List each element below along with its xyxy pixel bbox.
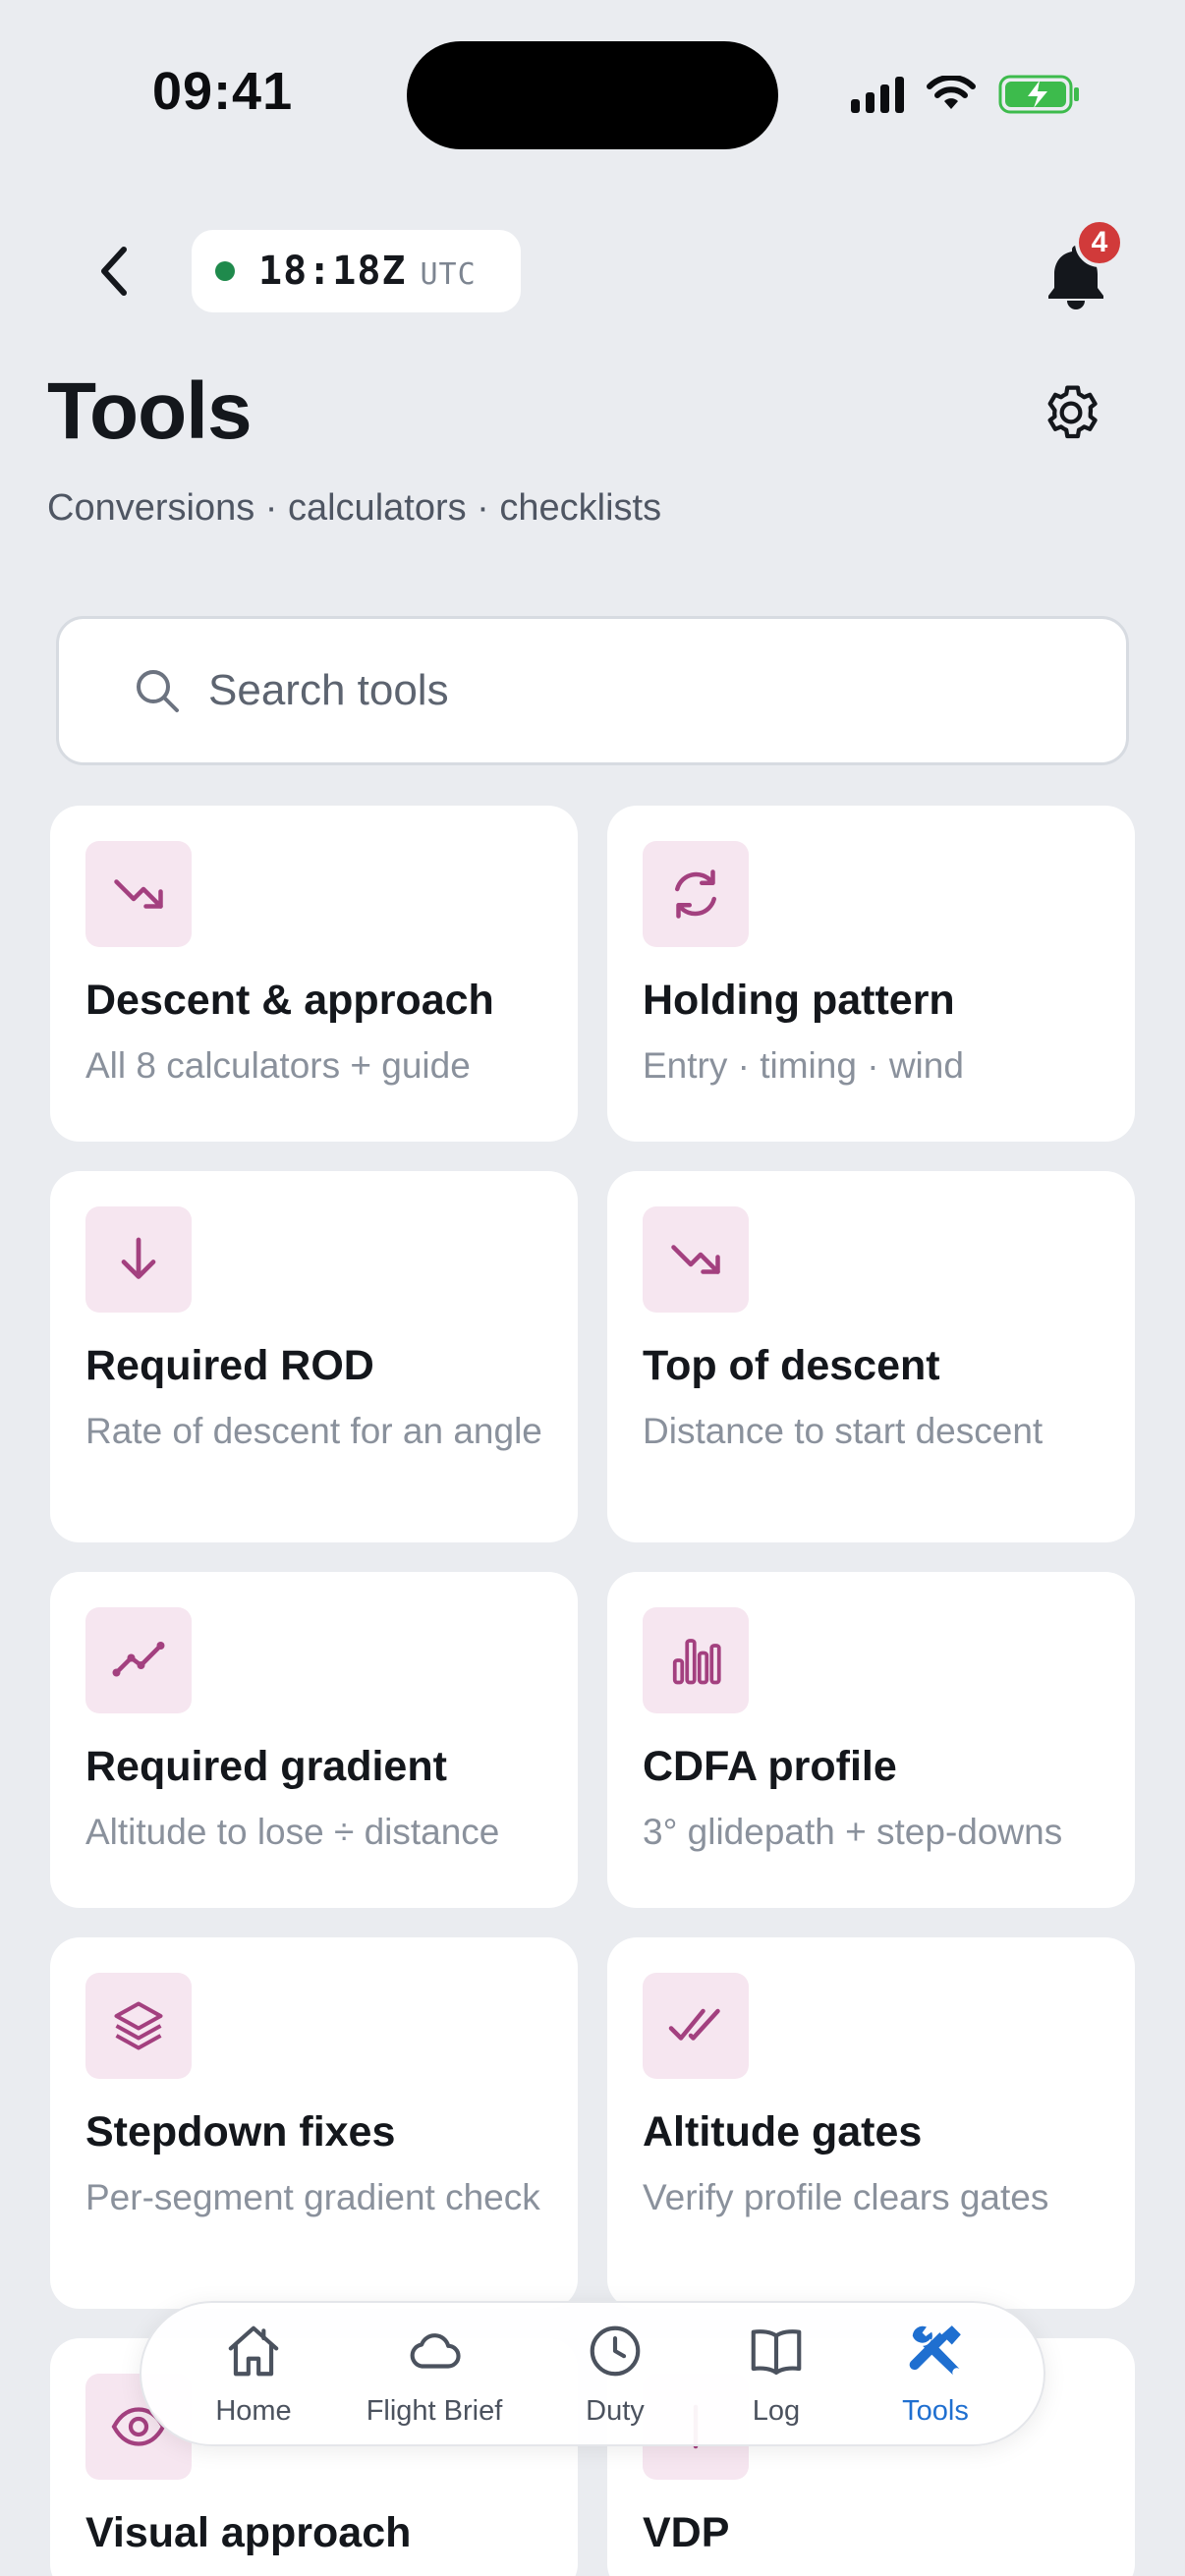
tools-screen: 09:41 18:18Z UTC 4 Tools Conversions · c… [0, 0, 1185, 2576]
tools-icon [909, 2325, 961, 2376]
book-icon [751, 2329, 802, 2376]
tool-title: CDFA profile [643, 1743, 897, 1790]
tool-title: Required gradient [85, 1743, 447, 1790]
tool-description: Rate of descent for an angle [85, 1411, 542, 1451]
tool-card-descent-approach[interactable]: Descent & approach All 8 calculators + g… [50, 806, 578, 1142]
notification-count-badge: 4 [1075, 218, 1124, 267]
tool-description: All 8 calculators + guide [85, 1045, 471, 1086]
tab-label: Duty [586, 2395, 645, 2427]
cellular-signal-icon [851, 76, 904, 113]
tab-label: Home [215, 2395, 292, 2427]
double-check-icon [668, 2008, 720, 2041]
tab-home[interactable]: Home [155, 2321, 352, 2428]
search-input[interactable] [208, 666, 1093, 715]
tool-icon-box [85, 1973, 192, 2079]
search-bar[interactable] [56, 616, 1129, 765]
bar-chart-icon [672, 1639, 721, 1685]
refresh-cycle-icon [675, 869, 716, 919]
tool-icon-box [643, 841, 749, 947]
clock-icon [590, 2325, 641, 2377]
tool-title: Visual approach [85, 2509, 412, 2556]
tab-label: Log [752, 2395, 801, 2427]
tool-card-top-of-descent[interactable]: Top of descent Distance to start descent [607, 1171, 1135, 1542]
tool-title: Required ROD [85, 1342, 374, 1389]
home-icon [228, 2325, 279, 2377]
trending-down-icon [114, 879, 163, 909]
search-icon [137, 670, 179, 712]
dynamic-island [407, 41, 778, 149]
trend-line-icon [112, 1642, 165, 1677]
tool-description: Altitude to lose ÷ distance [85, 1812, 500, 1852]
tool-card-altitude-gates[interactable]: Altitude gates Verify profile clears gat… [607, 1937, 1135, 2309]
layers-icon [114, 2001, 163, 2050]
tool-description: Entry · timing · wind [643, 1045, 964, 1086]
tool-title: Holding pattern [643, 977, 955, 1024]
tool-title: Descent & approach [85, 977, 494, 1024]
tab-tools[interactable]: Tools [837, 2321, 1034, 2428]
tool-title: Altitude gates [643, 2108, 923, 2156]
tool-title: Stepdown fixes [85, 2108, 396, 2156]
tool-icon-box [85, 841, 192, 947]
tool-title: VDP [643, 2509, 730, 2556]
tool-title: Top of descent [643, 1342, 940, 1389]
settings-button[interactable] [1040, 381, 1106, 448]
utc-time: 18:18Z [258, 249, 407, 294]
tool-description: Verify profile clears gates [643, 2177, 1049, 2217]
battery-charging-icon [998, 75, 1079, 114]
cloud-icon [410, 2333, 461, 2369]
arrow-down-icon [121, 1237, 156, 1279]
utc-clock[interactable]: 18:18Z UTC [192, 230, 521, 312]
utc-label: UTC [420, 256, 477, 292]
bottom-tab-bar: Home Flight Brief Duty Log Tools [140, 2301, 1045, 2446]
tool-card-required-rod[interactable]: Required ROD Rate of descent for an angl… [50, 1171, 578, 1542]
trending-down-icon [671, 1245, 720, 1274]
tool-icon-box [643, 1607, 749, 1713]
tool-card-stepdown-fixes[interactable]: Stepdown fixes Per-segment gradient chec… [50, 1937, 578, 2309]
tool-description: 3° glidepath + step-downs [643, 1812, 1063, 1852]
gear-icon [1047, 385, 1098, 439]
chevron-left-icon [101, 247, 127, 296]
page-title: Tools [47, 366, 253, 456]
tool-icon-box [643, 1973, 749, 2079]
page-subtitle: Conversions · calculators · checklists [47, 487, 662, 529]
tool-icon-box [85, 1607, 192, 1713]
wifi-icon [927, 76, 976, 109]
tool-card-cdfa-profile[interactable]: CDFA profile 3° glidepath + step-downs [607, 1572, 1135, 1908]
back-button[interactable] [86, 236, 141, 307]
tool-description: Per-segment gradient check [85, 2177, 540, 2217]
tab-flight-brief[interactable]: Flight Brief [336, 2321, 533, 2428]
tool-card-required-gradient[interactable]: Required gradient Altitude to lose ÷ dis… [50, 1572, 578, 1908]
tab-label: Flight Brief [366, 2395, 503, 2427]
tab-label: Tools [902, 2395, 969, 2427]
status-time: 09:41 [152, 62, 294, 121]
status-icons [851, 75, 1081, 114]
online-status-dot [215, 261, 235, 281]
tool-icon-box [643, 1206, 749, 1313]
tool-icon-box [85, 1206, 192, 1313]
tool-card-holding-pattern[interactable]: Holding pattern Entry · timing · wind [607, 806, 1135, 1142]
tool-description: Distance to start descent [643, 1411, 1044, 1451]
